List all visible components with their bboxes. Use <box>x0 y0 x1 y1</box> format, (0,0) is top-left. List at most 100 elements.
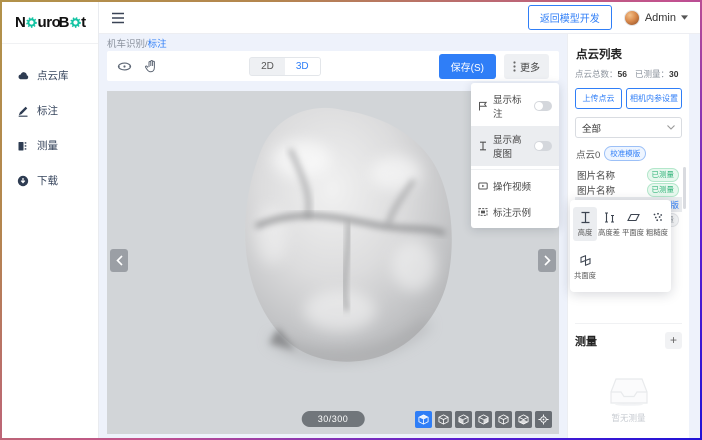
breadcrumb-path[interactable]: 机车识别/ <box>107 36 148 50</box>
sidebar-item-download[interactable]: 下载 <box>2 163 98 198</box>
chevron-left-icon <box>116 255 123 266</box>
sidebar-item-label: 测量 <box>37 138 58 153</box>
logo-seg: N <box>15 14 25 31</box>
menu-item-show-heightmap[interactable]: 显示高度图 <box>471 126 559 166</box>
logo-seg: B <box>59 14 69 31</box>
empty-tray-icon <box>610 376 648 406</box>
show-heightmap-toggle[interactable] <box>534 141 552 151</box>
canvas-toolbar: 2D 3D 保存(S) 更多 <box>107 51 559 81</box>
upload-pointcloud-button[interactable]: 上传点云 <box>575 88 622 109</box>
tool-label: 平面度 <box>622 227 644 237</box>
chevron-right-icon <box>544 255 551 266</box>
user-name: Admin <box>645 12 676 24</box>
view-cube-button-left[interactable] <box>455 411 472 428</box>
panel-stats: 点云总数：56 已测量：30 <box>575 68 682 80</box>
filter-select[interactable]: 全部 <box>575 117 682 138</box>
cube-icon <box>518 414 529 425</box>
prev-image-button[interactable] <box>110 249 128 272</box>
menu-item-show-annotations[interactable]: 显示标注 <box>471 86 559 126</box>
sidebar-item-label: 点云库 <box>37 68 69 83</box>
cloud-icon <box>17 70 29 82</box>
sidebar-item-pointcloud-library[interactable]: 点云库 <box>2 58 98 93</box>
view-cube-button-back[interactable] <box>495 411 512 428</box>
sidebar-item-annotate[interactable]: 标注 <box>2 93 98 128</box>
view-cube-button-right[interactable] <box>475 411 492 428</box>
cube-icon <box>478 414 489 425</box>
menu-item-annotation-example[interactable]: 标注示例 <box>471 199 559 225</box>
template-badge: 校准模版 <box>604 146 646 161</box>
cube-icon <box>458 414 469 425</box>
screenshot-frame: N ur o B t 点云库 标 <box>0 0 702 440</box>
panel-title: 点云列表 <box>576 46 682 62</box>
download-icon <box>17 175 29 187</box>
sidebar-nav: 点云库 标注 测量 下载 <box>2 44 98 198</box>
stat-total: 点云总数：56 <box>575 68 627 80</box>
height-icon <box>478 141 488 151</box>
next-image-button[interactable] <box>538 249 556 272</box>
view-cube-button-front[interactable] <box>415 411 432 428</box>
video-icon <box>478 181 488 191</box>
cube-icon <box>438 414 449 425</box>
stat-measured-label: 已测量： <box>635 69 669 79</box>
more-dropdown-menu: 显示标注 显示高度图 操作视频 标注示例 <box>471 83 559 228</box>
roughness-icon <box>651 211 664 224</box>
image-list-item[interactable]: 图片名称 已测量 <box>575 167 682 182</box>
collapse-sidebar-icon[interactable] <box>111 12 125 24</box>
tool-height[interactable]: 高度 <box>573 207 597 241</box>
flag-icon <box>478 101 488 111</box>
tool-roughness[interactable]: 粗糙度 <box>645 207 669 241</box>
chevron-down-icon <box>667 125 675 130</box>
logo-seg: t <box>81 14 86 31</box>
sidebar-item-measure[interactable]: 测量 <box>2 128 98 163</box>
measure-tools-popup: 高度 高度差 平面度 粗糙度 <box>570 200 671 292</box>
measure-title: 测量 <box>575 333 597 349</box>
back-to-model-dev-button[interactable]: 返回模型开发 <box>528 5 612 30</box>
view-orientation-bar <box>415 411 552 428</box>
breadcrumb: 机车识别/ 标注 <box>107 34 559 51</box>
menu-item-label: 操作视频 <box>493 179 531 193</box>
save-button[interactable]: 保存(S) <box>439 54 496 79</box>
menu-item-label: 标注示例 <box>493 205 531 219</box>
rotate-3d-icon[interactable] <box>117 59 132 74</box>
mode-3d-button[interactable]: 3D <box>285 58 320 75</box>
tool-height-diff[interactable]: 高度差 <box>597 207 621 241</box>
pointcloud-group-row[interactable]: 点云0 校准模版 <box>576 146 682 161</box>
tool-coplanarity[interactable]: 共面度 <box>573 250 597 284</box>
breadcrumb-current: 标注 <box>148 36 167 50</box>
user-menu[interactable]: Admin <box>624 10 688 26</box>
more-button[interactable]: 更多 <box>504 54 549 79</box>
image-counter-badge: 30/300 <box>302 411 365 427</box>
tool-label: 高度 <box>578 227 593 237</box>
body-row: 机车识别/ 标注 2D 3D <box>99 34 700 438</box>
stat-measured-value: 30 <box>669 69 678 79</box>
header-actions: 返回模型开发 Admin <box>528 5 688 30</box>
stat-total-label: 点云总数： <box>575 69 618 79</box>
content-area: 返回模型开发 Admin 机车识别/ 标注 <box>99 2 700 438</box>
mode-2d-button[interactable]: 2D <box>250 58 285 75</box>
list-scrollbar[interactable] <box>683 167 686 209</box>
sidebar-item-label: 标注 <box>37 103 58 118</box>
gear-icon <box>70 17 81 28</box>
add-measure-button[interactable]: + <box>665 332 682 349</box>
menu-item-label: 显示标注 <box>493 92 529 120</box>
view-cube-button-top[interactable] <box>435 411 452 428</box>
view-cube-button-bottom[interactable] <box>515 411 532 428</box>
tool-flatness[interactable]: 平面度 <box>621 207 645 241</box>
reset-view-button[interactable] <box>535 411 552 428</box>
menu-item-tutorial-video[interactable]: 操作视频 <box>471 173 559 199</box>
point-cloud-panel: 点云列表 点云总数：56 已测量：30 上传点云 相机内参设置 全部 点云0 校… <box>567 34 689 438</box>
tooth-3d-model <box>211 97 469 373</box>
pan-hand-icon[interactable] <box>144 59 159 74</box>
camera-intrinsics-button[interactable]: 相机内参设置 <box>626 88 682 109</box>
gear-icon <box>26 17 37 28</box>
logo: N ur o B t <box>2 2 98 44</box>
main-column: 机车识别/ 标注 2D 3D <box>99 34 567 438</box>
image-list-item[interactable]: 图片名称 已测量 <box>575 182 682 197</box>
show-annotations-toggle[interactable] <box>534 101 552 111</box>
sidebar-item-label: 下载 <box>37 173 58 188</box>
app-page: N ur o B t 点云库 标 <box>2 2 700 438</box>
ruler-icon <box>17 140 29 152</box>
filter-select-value: 全部 <box>582 121 601 135</box>
tool-label: 共面度 <box>574 270 596 280</box>
measure-empty-state: 暂无测量 <box>575 376 682 438</box>
